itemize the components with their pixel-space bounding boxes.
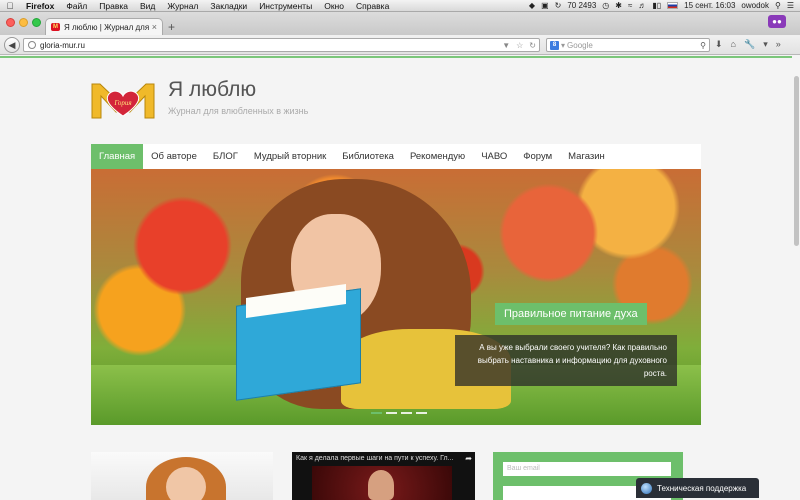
url-dropdown-icon[interactable]: ▼ <box>499 41 513 50</box>
tab-close-icon[interactable]: × <box>152 22 157 32</box>
monitor-icon[interactable]: ▣ <box>541 1 549 10</box>
apple-icon[interactable]:  <box>0 1 20 11</box>
menu-tools[interactable]: Инструменты <box>253 0 318 12</box>
bluetooth-icon[interactable]: ✱ <box>615 1 622 10</box>
overflow-menu-icon[interactable]: » <box>776 39 781 50</box>
slider-pagination <box>371 412 427 414</box>
wifi-icon[interactable]: ≈ <box>628 1 632 10</box>
menu-bookmarks[interactable]: Закладки <box>204 0 253 12</box>
nav-item-home[interactable]: Главная <box>91 144 144 169</box>
mask-extension-icon[interactable]: ●● <box>768 15 786 28</box>
main-navigation: Главная Об авторе БЛОГ Мудрый вторник Би… <box>91 144 701 169</box>
tab-favicon-icon: M <box>51 23 60 31</box>
slider-dot[interactable] <box>401 412 412 414</box>
video-person <box>368 470 394 500</box>
article-thumbnail[interactable] <box>91 452 273 500</box>
menu-app-name[interactable]: Firefox <box>20 0 60 12</box>
navigation-bar: ◀ gloria-mur.ru ▼ ☆ ↻ 8 ▾ Google ⚲ ⬇ ⌂ 🔧… <box>0 35 800 55</box>
mac-menubar:  Firefox Файл Правка Вид Журнал Закладк… <box>0 0 800 12</box>
hero-book <box>236 283 366 401</box>
slider-dot[interactable] <box>386 412 397 414</box>
url-bar[interactable]: gloria-mur.ru ▼ ☆ ↻ <box>23 38 540 52</box>
menu-history[interactable]: Журнал <box>161 0 204 12</box>
user-name[interactable]: owodok <box>741 1 769 10</box>
video-title[interactable]: Как я делала первые шаги на пути к успех… <box>296 455 459 462</box>
close-window-icon[interactable] <box>6 18 15 27</box>
search-icon[interactable]: ⚲ <box>700 41 709 50</box>
minimize-window-icon[interactable] <box>19 18 28 27</box>
share-icon[interactable]: ➦ <box>465 454 472 463</box>
browser-tab[interactable]: M Я люблю | Журнал для вл... × <box>45 18 163 35</box>
nav-item-blog[interactable]: БЛОГ <box>205 144 246 169</box>
site-tagline: Журнал для влюбленных в жизнь <box>168 106 309 116</box>
menu-dropdown-icon[interactable]: ▾ <box>763 39 768 50</box>
sync-icon[interactable]: ↻ <box>555 1 562 10</box>
tech-support-button[interactable]: Техническая поддержка <box>636 478 759 498</box>
nav-item-shop[interactable]: Магазин <box>560 144 613 169</box>
nav-item-faq[interactable]: ЧАВО <box>473 144 515 169</box>
notification-center-icon[interactable]: ☰ <box>787 1 794 10</box>
site-title[interactable]: Я люблю <box>168 78 256 102</box>
menu-file[interactable]: Файл <box>60 0 93 12</box>
menu-help[interactable]: Справка <box>350 0 395 12</box>
back-button[interactable]: ◀ <box>4 37 20 53</box>
support-globe-icon <box>641 482 652 494</box>
page-scrollbar[interactable] <box>792 56 800 500</box>
nav-item-forum[interactable]: Форум <box>515 144 560 169</box>
tech-support-label: Техническая поддержка <box>657 483 747 493</box>
new-tab-icon[interactable]: + <box>168 20 175 34</box>
menu-edit[interactable]: Правка <box>93 0 134 12</box>
tab-title: Я люблю | Журнал для вл... <box>64 22 149 32</box>
top-accent-line <box>0 56 800 58</box>
status-number[interactable]: 70 2493 <box>567 1 596 10</box>
menubar-status-area: ◆ ▣ ↻ 70 2493 ◷ ✱ ≈ ♬ ▮▯ 15 сент. 16:03 … <box>529 1 800 10</box>
nav-item-library[interactable]: Библиотека <box>334 144 402 169</box>
dropbox-icon[interactable]: ◆ <box>529 1 535 10</box>
clock[interactable]: 15 сент. 16:03 <box>684 1 735 10</box>
web-page: Гория Я люблю Журнал для влюбленных в жи… <box>0 56 800 500</box>
battery-icon[interactable]: ▮▯ <box>652 1 661 10</box>
email-field[interactable]: Ваш email <box>503 462 671 476</box>
bookmark-star-icon[interactable]: ☆ <box>513 41 526 50</box>
toolbar-tools: ⬇ ⌂ 🔧 ▾ » <box>715 39 781 50</box>
slider-dot[interactable] <box>416 412 427 414</box>
search-input[interactable]: Google <box>567 41 700 50</box>
site-identity-icon[interactable] <box>28 41 36 49</box>
menu-window[interactable]: Окно <box>318 0 350 12</box>
thumbnail-face <box>166 467 206 500</box>
zoom-window-icon[interactable] <box>32 18 41 27</box>
site-logo[interactable]: Гория <box>90 80 156 120</box>
logo-text: Гория <box>113 99 131 107</box>
home-icon[interactable]: ⌂ <box>731 39 736 50</box>
window-controls <box>6 18 41 27</box>
tab-bar: M Я люблю | Журнал для вл... × + ●● <box>0 12 800 35</box>
scrollbar-thumb[interactable] <box>794 76 799 246</box>
reload-icon[interactable]: ↻ <box>526 41 539 50</box>
input-flag-ru-icon[interactable] <box>667 2 679 9</box>
nav-item-about[interactable]: Об авторе <box>143 144 205 169</box>
nav-item-wise-tuesday[interactable]: Мудрый вторник <box>246 144 334 169</box>
hero-slider[interactable]: Правильное питание духа А вы уже выбрали… <box>91 169 701 425</box>
slide-caption-title[interactable]: Правильное питание духа <box>495 303 647 325</box>
volume-icon[interactable]: ♬ <box>638 1 646 10</box>
time-machine-icon[interactable]: ◷ <box>602 1 609 10</box>
tools-wrench-icon[interactable]: 🔧 <box>744 39 755 50</box>
slider-dot[interactable] <box>371 412 382 414</box>
nav-item-recommend[interactable]: Рекомендую <box>402 144 473 169</box>
menu-view[interactable]: Вид <box>134 0 161 12</box>
search-engine-icon[interactable]: 8 <box>550 40 559 50</box>
search-bar[interactable]: 8 ▾ Google ⚲ <box>546 38 710 52</box>
spotlight-icon[interactable]: ⚲ <box>775 1 781 10</box>
url-text[interactable]: gloria-mur.ru <box>40 41 499 50</box>
search-engine-dropdown-icon[interactable]: ▾ <box>561 41 565 50</box>
downloads-icon[interactable]: ⬇ <box>715 39 723 50</box>
slide-caption-text: А вы уже выбрали своего учителя? Как пра… <box>455 335 677 386</box>
video-player[interactable]: Как я делала первые шаги на пути к успех… <box>292 452 475 500</box>
